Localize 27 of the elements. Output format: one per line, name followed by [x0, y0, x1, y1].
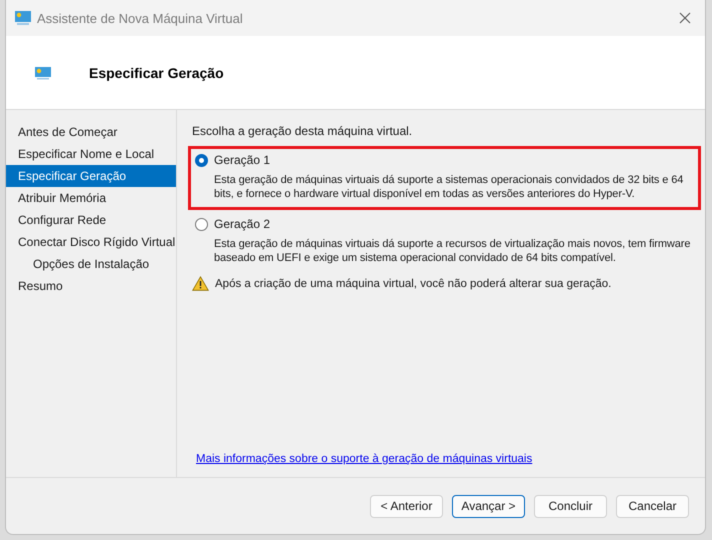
page-heading: Especificar Geração	[89, 64, 224, 80]
wizard-button[interactable]: < Anterior	[370, 494, 443, 518]
monitor-icon	[14, 10, 32, 26]
option-label[interactable]: Geração 1	[214, 153, 270, 167]
radio-button[interactable]	[195, 154, 208, 166]
wizard-step[interactable]: Conectar Disco Rígido Virtual	[6, 231, 176, 253]
wizard-step[interactable]: Especificar Nome e Local	[6, 143, 176, 165]
wizard-button[interactable]: Cancelar	[616, 494, 689, 518]
instruction-text: Escolha a geração desta máquina virtual.	[192, 124, 414, 138]
wizard-step[interactable]: Resumo	[6, 275, 176, 297]
wizard-step[interactable]: Configurar Rede	[6, 209, 176, 231]
wizard-step[interactable]: Opções de Instalação	[6, 253, 176, 275]
info-link[interactable]: Mais informações sobre o suporte à geração de máquinas virtuais	[196, 453, 701, 465]
wizard-button[interactable]: Concluir	[534, 494, 607, 518]
warning-icon	[192, 276, 209, 291]
close-icon[interactable]	[679, 12, 691, 24]
monitor-icon	[34, 66, 52, 80]
option-description: Esta geração de máquinas virtuais dá suporte a recursos de virtualização mais novos, tem firmware baseado em UEFI e exige um sistema operacional convidado de 64 bits compatível.	[214, 237, 692, 265]
wizard-button[interactable]: Avançar >	[452, 494, 525, 518]
window-title: Assistente de Nova Máquina Virtual	[37, 10, 244, 26]
wizard-step[interactable]: Antes de Começar	[6, 121, 176, 143]
radio-button[interactable]	[195, 218, 208, 230]
wizard-step[interactable]: Especificar Geração	[6, 165, 176, 187]
wizard-step[interactable]: Atribuir Memória	[6, 187, 176, 209]
option-label[interactable]: Geração 2	[214, 217, 270, 231]
option-description: Esta geração de máquinas virtuais dá suporte a sistemas operacionais convidados de 32 bits e 64 bits, e fornece o hardware virtual disponível em todas as versões anteriores do Hyper-V.	[214, 173, 684, 201]
warning-text: Após a criação de uma máquina virtual, você não poderá alterar sua geração.	[215, 278, 612, 290]
